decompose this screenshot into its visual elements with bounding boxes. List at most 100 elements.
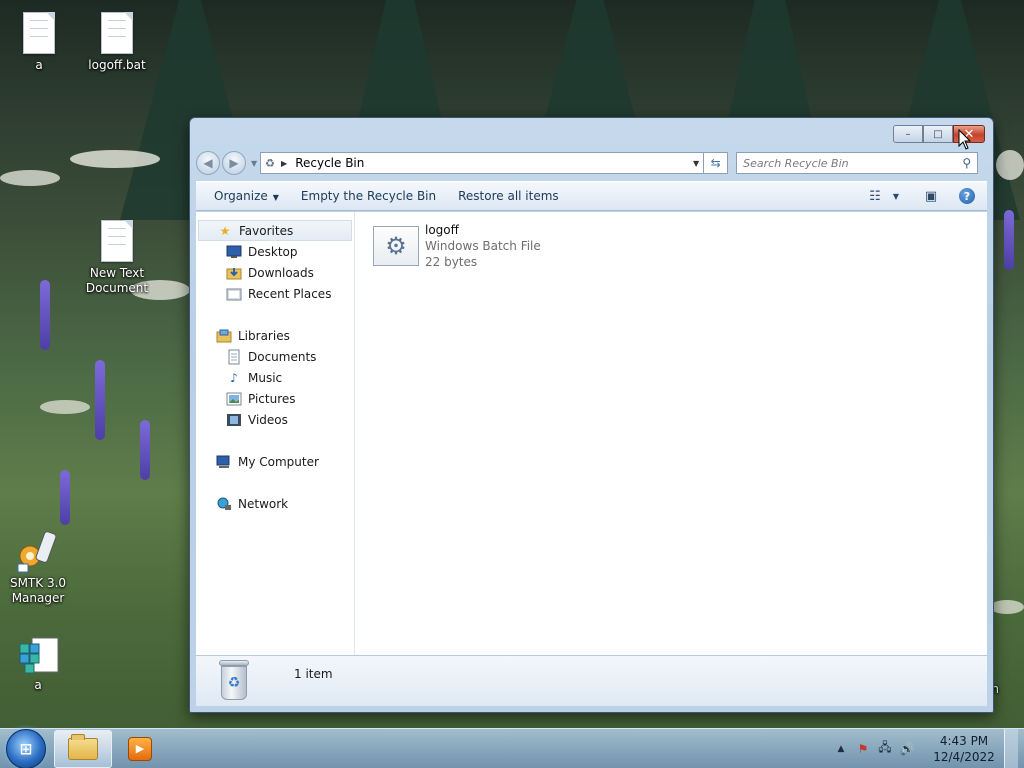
desktop-icon-a-registry[interactable]: a — [0, 632, 76, 693]
nav-documents[interactable]: Documents — [196, 346, 354, 367]
maximize-button[interactable]: □ — [923, 125, 953, 143]
nav-label: Favorites — [239, 223, 294, 238]
action-center-flag-icon[interactable]: ⚑ — [852, 738, 874, 760]
desktop-icon-new-text-document[interactable]: New Text Document — [79, 220, 155, 296]
nav-libraries[interactable]: Libraries — [196, 325, 354, 346]
text-file-icon — [101, 220, 133, 262]
change-view-button[interactable]: ☷ — [861, 185, 889, 207]
text-file-icon — [101, 12, 133, 54]
nav-my-computer[interactable]: My Computer — [196, 451, 354, 472]
search-icon[interactable]: ⚲ — [962, 156, 971, 170]
nav-videos[interactable]: Videos — [196, 409, 354, 430]
view-dropdown-button[interactable]: ▼ — [889, 185, 903, 207]
chevron-down-icon: ▼ — [272, 193, 279, 202]
list-item[interactable]: ⚙ logoff Windows Batch File 22 bytes — [373, 222, 541, 270]
view-controls: ☷ ▼ ▣ ? — [857, 185, 987, 207]
media-player-icon: ▶ — [128, 736, 152, 761]
nav-label: Downloads — [248, 265, 314, 280]
back-button[interactable]: ◀ — [196, 151, 220, 175]
nav-label: Music — [248, 370, 283, 385]
show-desktop-button[interactable] — [1004, 728, 1018, 768]
pictures-icon — [226, 391, 242, 407]
batch-file-icon: ⚙ — [373, 226, 419, 266]
command-bar: Organize ▼ Empty the Recycle Bin Restore … — [196, 181, 987, 211]
taskbar-media-player-button[interactable]: ▶ — [120, 730, 160, 768]
help-icon: ? — [959, 188, 975, 204]
search-input[interactable] — [743, 156, 944, 170]
nav-label: Desktop — [248, 244, 298, 259]
network-icon — [216, 496, 232, 512]
music-note-icon: ♪ — [230, 370, 238, 385]
clock[interactable]: 4:43 PM 12/4/2022 — [928, 733, 1000, 765]
desktop-icon-label: logoff.bat — [88, 58, 146, 72]
nav-label: Documents — [248, 349, 317, 364]
taskbar: ⊞ ▶ ▲ ⚑ 🖧 🔊 4:43 PM 12/4/2022 — [0, 728, 1024, 768]
nav-downloads[interactable]: Downloads — [196, 262, 354, 283]
nav-recent-places[interactable]: Recent Places — [196, 283, 354, 304]
back-arrow-icon: ◀ — [203, 156, 213, 170]
nav-pictures[interactable]: Pictures — [196, 388, 354, 409]
item-count: 1 item — [294, 667, 333, 681]
desktop-icon — [226, 244, 242, 260]
computer-icon — [216, 454, 232, 470]
preview-pane-icon: ▣ — [924, 188, 938, 204]
desktop-icon-logoff-bat[interactable]: logoff.bat — [79, 12, 155, 73]
nav-favorites[interactable]: ★ Favorites — [198, 220, 352, 241]
explorer-body: ★ Favorites Desktop Downloads Recent Pla… — [196, 212, 987, 655]
preview-pane-button[interactable]: ▣ — [917, 185, 945, 207]
smtk-manager-icon — [16, 530, 60, 574]
nav-label: My Computer — [238, 454, 319, 469]
recycle-bin-small-icon: ♻ — [265, 156, 276, 170]
file-size: 22 bytes — [425, 255, 478, 269]
network-status-icon[interactable]: 🖧 — [874, 738, 896, 760]
nav-network[interactable]: Network — [196, 493, 354, 514]
title-bar[interactable]: – □ ✕ — [190, 118, 993, 148]
forward-arrow-icon: ▶ — [229, 156, 239, 170]
taskbar-explorer-button[interactable] — [54, 729, 112, 768]
organize-button[interactable]: Organize ▼ — [204, 185, 289, 207]
refresh-button[interactable]: ⇆ — [704, 152, 729, 174]
empty-recycle-bin-button[interactable]: Empty the Recycle Bin — [291, 185, 446, 207]
restore-all-items-button[interactable]: Restore all items — [448, 185, 569, 207]
desktop-icon-label: a — [34, 678, 42, 692]
address-dropdown-icon[interactable]: ▼ — [693, 159, 699, 168]
breadcrumb-arrow-icon[interactable]: ▶ — [281, 159, 287, 168]
nav-label: Pictures — [248, 391, 296, 406]
address-bar[interactable]: ♻ ▶ Recycle Bin ▼ — [260, 152, 705, 174]
downloads-folder-icon — [226, 265, 242, 281]
chevron-down-icon: ▼ — [892, 191, 900, 201]
navigation-pane: ★ Favorites Desktop Downloads Recent Pla… — [196, 212, 355, 655]
desktop-icon-a-text[interactable]: a — [1, 12, 77, 73]
search-box[interactable]: ⚲ — [736, 152, 979, 174]
recent-places-icon — [226, 286, 242, 302]
documents-icon — [226, 349, 242, 365]
registry-file-icon — [16, 632, 60, 676]
explorer-window: – □ ✕ ◀ ▶ ▼ ♻ ▶ Recycle Bin ▼ ⇆ ⚲ Organi… — [189, 117, 994, 713]
nav-music[interactable]: ♪ Music — [196, 367, 354, 388]
organize-label: Organize — [214, 189, 268, 203]
mouse-pointer-icon — [958, 128, 972, 154]
nav-label: Videos — [248, 412, 288, 427]
recent-pages-dropdown[interactable]: ▼ — [251, 159, 257, 168]
star-icon: ★ — [219, 223, 231, 238]
folder-icon — [68, 733, 98, 760]
start-button[interactable]: ⊞ — [6, 728, 46, 768]
file-list: ⚙ logoff Windows Batch File 22 bytes — [355, 212, 987, 655]
forward-button[interactable]: ▶ — [222, 151, 246, 175]
show-hidden-icons-button[interactable]: ▲ — [830, 738, 852, 760]
desktop-icon-label: SMTK 3.0 Manager — [9, 576, 67, 605]
minimize-button[interactable]: – — [893, 125, 923, 143]
file-name: logoff — [425, 223, 459, 237]
nav-label: Recent Places — [248, 286, 332, 301]
desktop-icon-smtk-manager[interactable]: SMTK 3.0 Manager — [0, 530, 76, 606]
system-tray: ▲ ⚑ 🖧 🔊 4:43 PM 12/4/2022 — [830, 728, 1024, 768]
nav-label: Libraries — [238, 328, 290, 343]
clock-date: 12/4/2022 — [933, 749, 995, 764]
breadcrumb-recycle-bin[interactable]: Recycle Bin — [295, 156, 364, 170]
help-button[interactable]: ? — [953, 185, 981, 207]
nav-label: Network — [238, 496, 289, 511]
nav-desktop[interactable]: Desktop — [196, 241, 354, 262]
volume-icon[interactable]: 🔊 — [896, 738, 918, 760]
view-options-icon: ☷ — [869, 188, 881, 204]
desktop-icon-label: New Text Document — [85, 266, 149, 295]
